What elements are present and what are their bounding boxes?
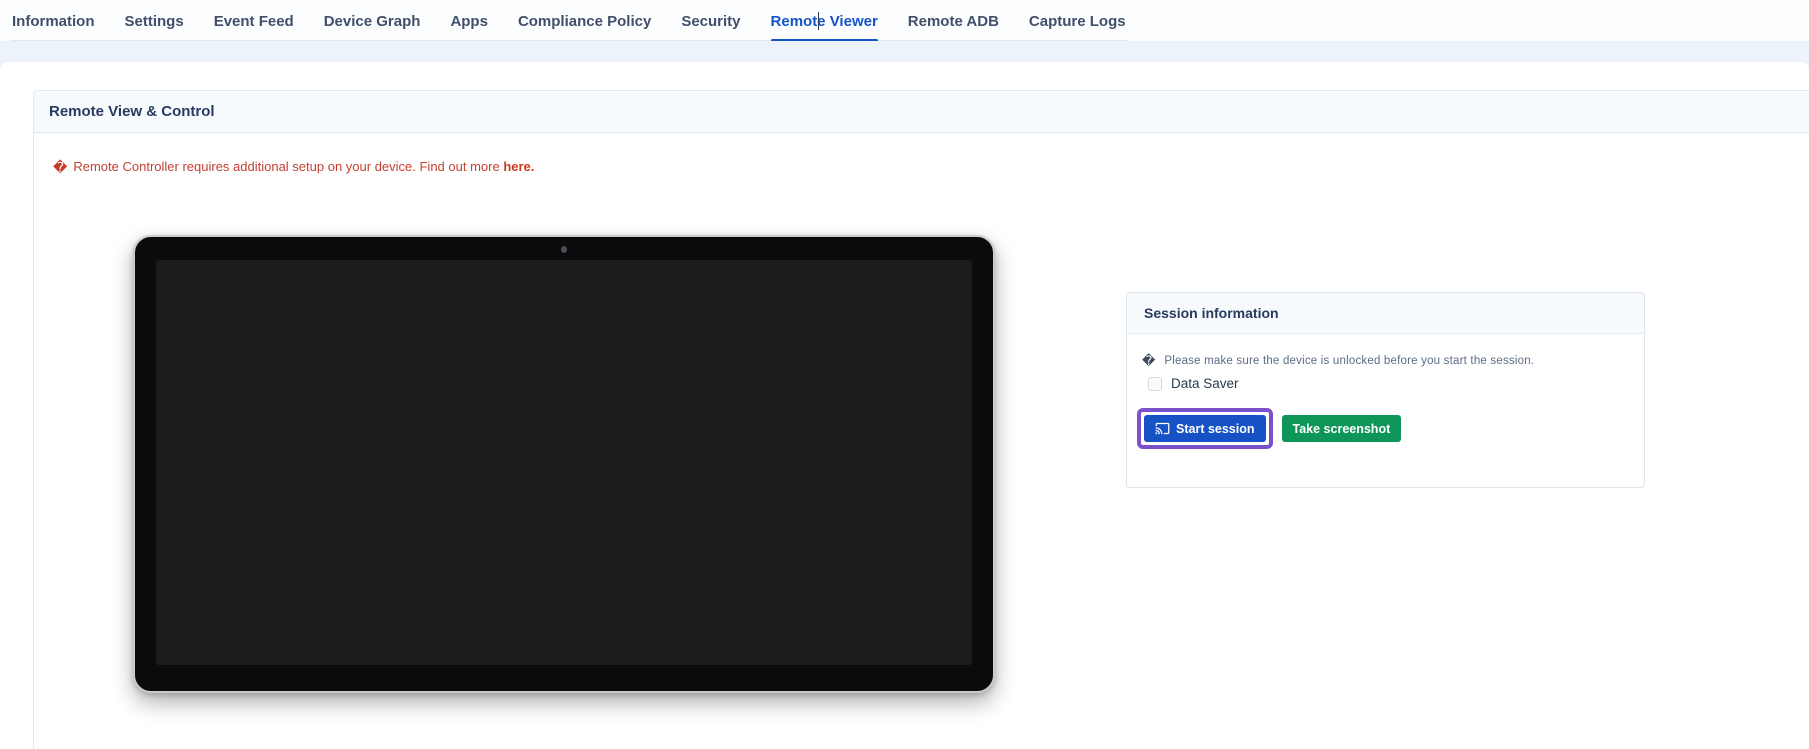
- session-buttons: Start session Take screenshot: [1137, 408, 1402, 449]
- tab-security[interactable]: Security: [681, 1, 740, 40]
- tab-event-feed[interactable]: Event Feed: [214, 1, 294, 40]
- tab-apps[interactable]: Apps: [450, 1, 488, 40]
- device-tabs: Information Settings Event Feed Device G…: [10, 0, 1128, 42]
- tab-device-graph[interactable]: Device Graph: [324, 1, 421, 40]
- setup-warning: � Remote Controller requires additional …: [53, 159, 534, 174]
- card-body: � Remote Controller requires additional …: [34, 133, 1809, 749]
- data-saver-label: Data Saver: [1171, 376, 1239, 391]
- tab-settings[interactable]: Settings: [125, 1, 184, 40]
- data-saver-row: Data Saver: [1148, 376, 1239, 391]
- remote-device-screen: [156, 260, 972, 665]
- cast-icon: [1155, 422, 1170, 435]
- remote-viewer-page: Information Settings Event Feed Device G…: [0, 0, 1809, 749]
- device-frame: [133, 235, 995, 693]
- card-header: Remote View & Control: [34, 91, 1809, 133]
- take-screenshot-button[interactable]: Take screenshot: [1281, 415, 1402, 442]
- camera-dot-icon: [561, 246, 567, 253]
- warning-diamond-icon: �: [53, 158, 68, 175]
- session-title: Session information: [1144, 305, 1279, 321]
- tab-remote-viewer[interactable]: Remote Viewer: [770, 1, 879, 42]
- unlock-note: � Please make sure the device is unlocke…: [1142, 354, 1534, 367]
- session-header: Session information: [1127, 293, 1644, 334]
- session-information-card: Session information � Please make sure t…: [1126, 292, 1645, 488]
- tab-remote-adb[interactable]: Remote ADB: [908, 1, 999, 40]
- tab-capture-logs[interactable]: Capture Logs: [1029, 1, 1126, 40]
- unlock-note-text: Please make sure the device is unlocked …: [1164, 354, 1535, 367]
- content-panel: Remote View & Control � Remote Controlle…: [0, 62, 1809, 749]
- start-session-button[interactable]: Start session: [1144, 415, 1266, 442]
- tab-information[interactable]: Information: [12, 1, 95, 40]
- session-body: � Please make sure the device is unlocke…: [1127, 334, 1644, 486]
- text-cursor: [817, 12, 820, 30]
- focus-ring: Start session: [1137, 408, 1273, 449]
- data-saver-checkbox[interactable]: [1148, 376, 1162, 391]
- info-diamond-icon: �: [1142, 353, 1156, 368]
- find-out-more-link[interactable]: here: [503, 159, 530, 174]
- remote-view-control-card: Remote View & Control � Remote Controlle…: [33, 90, 1809, 749]
- card-title: Remote View & Control: [49, 103, 215, 120]
- warning-text: Remote Controller requires additional se…: [73, 159, 535, 174]
- tab-compliance-policy[interactable]: Compliance Policy: [518, 1, 651, 40]
